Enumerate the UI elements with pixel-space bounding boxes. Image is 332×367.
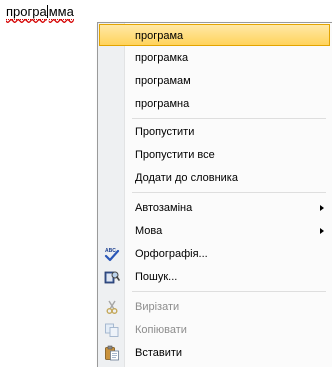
paste-label: Вставити xyxy=(135,347,183,359)
submenu-arrow-icon xyxy=(320,228,324,234)
word-part-before-caret: програ xyxy=(6,4,47,20)
suggestion-label: програмка xyxy=(135,52,189,64)
menu-separator xyxy=(132,291,326,292)
ignore-menu-item[interactable]: Пропустити xyxy=(99,121,332,143)
suggestion-label: програмна xyxy=(135,98,190,110)
spelling-check-icon: ABC xyxy=(104,248,120,262)
submenu-arrow-icon xyxy=(320,205,324,211)
word-part-after-caret: мма xyxy=(48,4,74,20)
suggestion-label: програма xyxy=(135,30,184,42)
clipboard-paste-icon xyxy=(105,345,119,361)
autocorrect-menu-item[interactable]: Автозаміна xyxy=(99,197,332,219)
svg-text:ABC: ABC xyxy=(105,248,116,254)
ignore-label: Пропустити xyxy=(135,126,195,138)
cut-label: Вирізати xyxy=(135,301,180,313)
suggestion-item-1[interactable]: програма xyxy=(99,24,330,46)
add-to-dictionary-label: Додати до словника xyxy=(135,172,238,184)
copy-menu-item[interactable]: Копіювати xyxy=(99,319,332,341)
search-label: Пошук... xyxy=(135,271,178,283)
add-to-dictionary-menu-item[interactable]: Додати до словника xyxy=(99,167,332,189)
language-label: Мова xyxy=(135,225,163,237)
autocorrect-label: Автозаміна xyxy=(135,202,193,214)
suggestion-item-3[interactable]: програмам xyxy=(99,70,332,92)
misspelled-word[interactable]: програ мма xyxy=(6,4,74,20)
suggestion-item-4[interactable]: програмна xyxy=(99,93,332,115)
copy-label: Копіювати xyxy=(135,324,187,336)
search-menu-item[interactable]: Пошук... xyxy=(99,266,332,288)
scissors-icon xyxy=(106,300,118,314)
copy-icon xyxy=(105,323,119,337)
ignore-all-label: Пропустити все xyxy=(135,149,215,161)
ignore-all-menu-item[interactable]: Пропустити все xyxy=(99,144,332,166)
menu-separator xyxy=(132,192,326,193)
paste-menu-item[interactable]: Вставити xyxy=(99,342,332,364)
suggestion-label: програмам xyxy=(135,75,191,87)
language-menu-item[interactable]: Мова xyxy=(99,220,332,242)
spelling-context-menu: програма програмка програмам програмна П… xyxy=(97,22,332,367)
cut-menu-item[interactable]: Вирізати xyxy=(99,296,332,318)
research-book-icon xyxy=(104,271,120,284)
spelling-menu-item[interactable]: ABC Орфографія... xyxy=(99,243,332,265)
suggestion-item-2[interactable]: програмка xyxy=(99,47,332,69)
spelling-label: Орфографія... xyxy=(135,248,208,260)
menu-separator xyxy=(132,118,326,119)
